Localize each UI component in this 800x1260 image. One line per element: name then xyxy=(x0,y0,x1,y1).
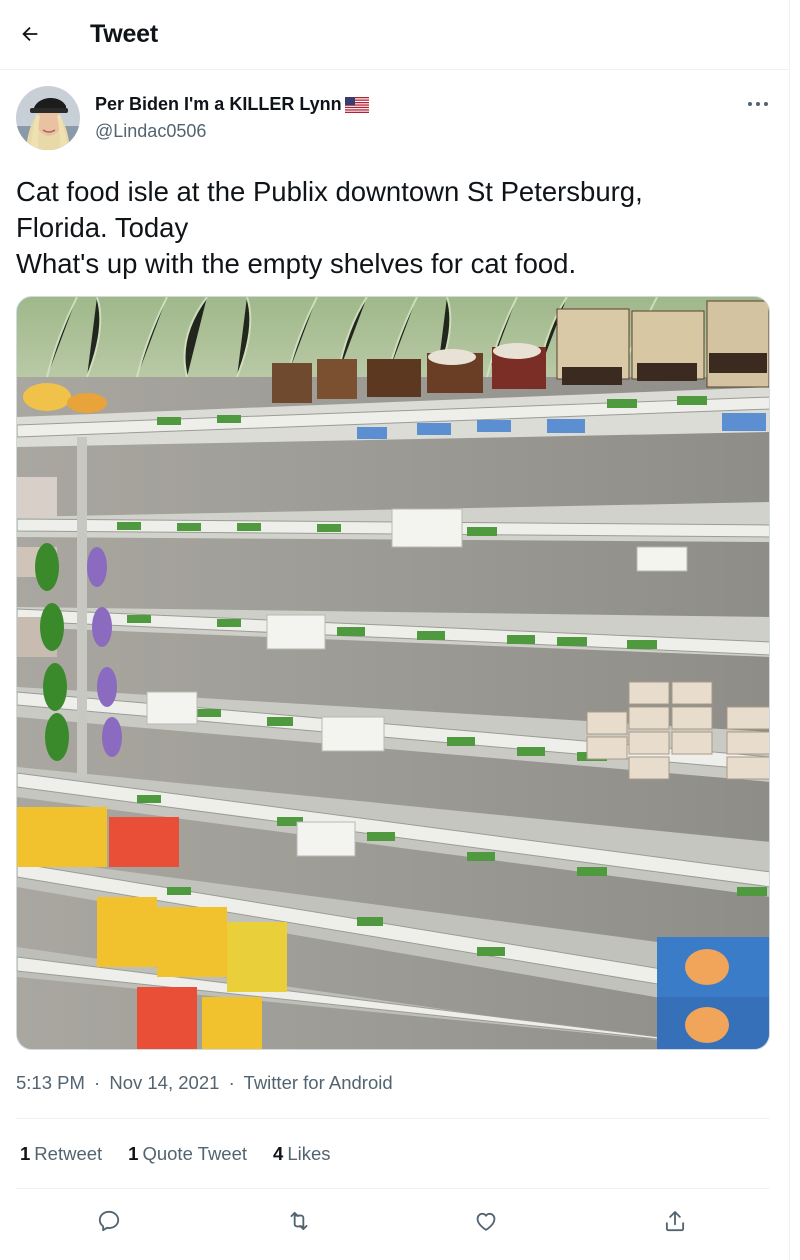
reply-button[interactable] xyxy=(92,1204,126,1238)
tweet-source[interactable]: Twitter for Android xyxy=(244,1072,393,1093)
meta-separator: · xyxy=(228,1072,235,1093)
retweets-label: Retweet xyxy=(34,1143,103,1164)
like-button[interactable] xyxy=(469,1204,503,1238)
arrow-left-icon xyxy=(22,26,38,42)
retweet-button[interactable] xyxy=(282,1204,316,1238)
back-button[interactable] xyxy=(14,18,46,50)
page-title: Tweet xyxy=(90,20,158,48)
quote-tweets-label: Quote Tweet xyxy=(142,1143,248,1164)
avatar-image xyxy=(16,86,80,150)
divider xyxy=(16,1118,770,1119)
tweet-photo[interactable] xyxy=(16,296,770,1050)
tweet-actions xyxy=(16,1198,770,1244)
likes-label: Likes xyxy=(287,1143,331,1164)
author-handle[interactable]: @Lindac0506 xyxy=(95,121,206,142)
tweet-line: Florida. Today xyxy=(16,212,189,243)
more-options-button[interactable] xyxy=(740,92,776,116)
likes-count: 4 xyxy=(273,1143,284,1164)
heart-icon xyxy=(476,1212,496,1231)
more-horizontal-icon xyxy=(748,102,768,106)
share-icon xyxy=(665,1211,685,1232)
tweet-date[interactable]: Nov 14, 2021 xyxy=(109,1072,219,1093)
tweet-time[interactable]: 5:13 PM xyxy=(16,1072,85,1093)
tweet-stats: 1 Retweet 1 Quote Tweet 4 Likes xyxy=(20,1143,331,1165)
tweet-meta: 5:13 PM · Nov 14, 2021 · Twitter for And… xyxy=(16,1072,393,1094)
reply-icon xyxy=(98,1210,120,1232)
quote-tweets-stat[interactable]: 1 Quote Tweet xyxy=(128,1143,247,1165)
retweets-count: 1 xyxy=(20,1143,31,1164)
retweets-stat[interactable]: 1 Retweet xyxy=(20,1143,102,1165)
top-bar: Tweet xyxy=(0,0,790,70)
meta-separator: · xyxy=(94,1072,101,1093)
empty-shelves-photo xyxy=(17,297,769,1049)
tweet-text: Cat food isle at the Publix downtown St … xyxy=(16,174,766,282)
avatar[interactable] xyxy=(16,86,80,150)
divider xyxy=(16,1188,770,1189)
tweet-page: Tweet Per Biden I'm a KILLER Lynn @Linda… xyxy=(0,0,790,1260)
likes-stat[interactable]: 4 Likes xyxy=(273,1143,331,1165)
tweet-line: Cat food isle at the Publix downtown St … xyxy=(16,176,643,207)
retweet-icon xyxy=(290,1211,308,1231)
share-button[interactable] xyxy=(658,1204,692,1238)
tweet-line: What's up with the empty shelves for cat… xyxy=(16,248,577,279)
author-name[interactable]: Per Biden I'm a KILLER Lynn xyxy=(95,94,369,115)
us-flag-emoji xyxy=(344,96,369,113)
author-name-text: Per Biden I'm a KILLER Lynn xyxy=(95,94,342,114)
quote-tweets-count: 1 xyxy=(128,1143,139,1164)
